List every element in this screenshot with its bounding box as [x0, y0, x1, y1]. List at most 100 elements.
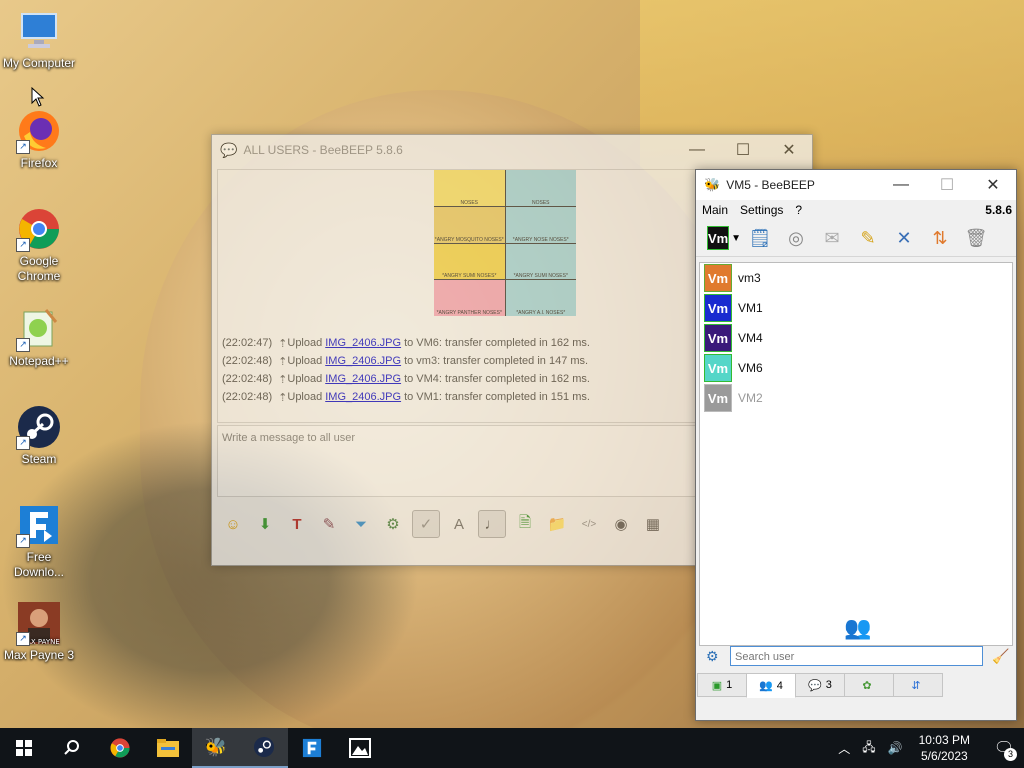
word-complete-icon[interactable]: A [446, 511, 472, 537]
user-row-vm1[interactable]: Vm VM1 [700, 293, 1012, 323]
tab-count: 3 [825, 679, 832, 691]
windows-logo-icon [16, 740, 32, 756]
user-avatar: Vm [704, 354, 732, 382]
trash-icon[interactable]: 🗑 [960, 224, 992, 252]
chat-history[interactable]: NOSES NOSES *ANGRY MOSQUITO NOSES* *ANGR… [217, 169, 704, 423]
start-button[interactable] [0, 728, 48, 768]
user-row-vm6[interactable]: Vm VM6 [700, 353, 1012, 383]
maximize-button[interactable]: ☐ [924, 170, 970, 200]
edit-profile-icon[interactable]: 🗒 [744, 224, 776, 252]
maximize-button[interactable]: ☐ [720, 135, 766, 165]
user-row-vm3[interactable]: Vm vm3 [700, 263, 1012, 293]
menu-settings[interactable]: Settings [740, 203, 783, 217]
taskbar-free-download-manager[interactable] [288, 728, 336, 768]
message-placeholder: Write a message to all user [222, 432, 356, 444]
notifications-button[interactable]: 🗨 3 [984, 728, 1024, 768]
desktop-icon-free-download-manager[interactable]: ↗ Free Downlo... [0, 502, 78, 580]
chat-bubbles-icon: 💬 [220, 141, 238, 158]
broadcast-icon[interactable]: ◎ [780, 224, 812, 252]
network-icon[interactable]: 🖧 [862, 738, 875, 759]
tab-groups[interactable]: ✿ [844, 673, 894, 697]
file-link[interactable]: IMG_2406.JPG [325, 337, 401, 349]
file-link[interactable]: IMG_2406.JPG [325, 373, 401, 385]
vm-avatar-icon: Vm [706, 226, 730, 250]
close-button[interactable]: ✕ [766, 135, 812, 165]
tab-users[interactable]: 👥 4 [746, 673, 796, 698]
notepadpp-icon: ↗ [16, 306, 62, 352]
tab-network[interactable]: ⇵ [893, 673, 943, 697]
desktop-icon-max-payne-3[interactable]: MAX PAYNE ↗ Max Payne 3 [0, 600, 78, 663]
send-icon[interactable]: ⬇ [252, 511, 278, 537]
clear-search-icon[interactable]: 🧹 [992, 648, 1009, 665]
screenshot-icon[interactable]: ◉ [608, 511, 634, 537]
emoticon-icon[interactable]: ☺ [220, 511, 246, 537]
write-note-icon[interactable]: ✎ [852, 224, 884, 252]
log-action: Upload [287, 373, 323, 385]
desktop-icon-label: Firefox [20, 156, 58, 170]
file-link[interactable]: IMG_2406.JPG [325, 355, 401, 367]
desktop-icon-my-computer[interactable]: My Computer [0, 8, 78, 71]
close-button[interactable]: ✕ [970, 170, 1016, 200]
search-user-input[interactable]: Search user [730, 646, 983, 666]
user-status-button[interactable]: Vm ▼ [706, 224, 741, 252]
send-folder-icon[interactable]: 📁 [544, 511, 570, 537]
gear-icon[interactable]: ⚙ [706, 648, 719, 665]
file-link[interactable]: IMG_2406.JPG [325, 391, 401, 403]
chat-bubbles-icon: 💬 [808, 679, 822, 692]
version-label: 5.8.6 [985, 203, 1012, 217]
bottom-tabs: ▣ 1 👥 4 💬 3 ✿ ⇵ [697, 673, 943, 698]
log-action: Upload [287, 355, 323, 367]
tab-chats[interactable]: 💬 3 [795, 673, 845, 697]
user-name: VM2 [738, 391, 763, 405]
firefox-icon: ↗ [16, 108, 62, 154]
settings-gears-icon[interactable]: ⚙ [380, 511, 406, 537]
vm5-titlebar[interactable]: 🐝 VM5 - BeeBEEP — ☐ ✕ [696, 170, 1016, 200]
filter-icon[interactable]: ⏷ [348, 511, 374, 537]
beebeep-main-window[interactable]: 🐝 VM5 - BeeBEEP — ☐ ✕ Main Settings ? 5.… [695, 169, 1017, 721]
chevron-up-icon[interactable]: ︿ [838, 740, 850, 757]
tab-chat[interactable]: ▣ 1 [697, 673, 747, 697]
taskbar-photos[interactable] [336, 728, 384, 768]
transfer-log: (22:02:47) ⇡ Upload IMG_2406.JPG to VM6:… [222, 334, 590, 406]
color-pen-icon[interactable]: ✎ [316, 511, 342, 537]
notification-count: 3 [1004, 748, 1017, 761]
user-list[interactable]: Vm vm3 Vm VM1 Vm VM4 Vm VM6 Vm VM2 👥 [699, 262, 1013, 646]
inbox-icon[interactable]: ✉ [816, 224, 848, 252]
spellcheck-icon[interactable]: ✓ [412, 510, 440, 538]
desktop-icon-chrome[interactable]: ↗ Google Chrome [0, 206, 78, 284]
user-name: vm3 [738, 271, 761, 285]
clock[interactable]: 10:03 PM 5/6/2023 [919, 732, 970, 764]
all-users-title: ALL USERS - BeeBEEP 5.8.6 [243, 143, 403, 157]
user-row-vm4[interactable]: Vm VM4 [700, 323, 1012, 353]
taskbar-steam[interactable] [240, 728, 288, 768]
calendar-icon[interactable]: ▦ [640, 511, 666, 537]
chrome-icon: ↗ [16, 206, 62, 252]
desktop-icon-firefox[interactable]: ↗ Firefox [0, 108, 78, 171]
taskbar-chrome[interactable] [96, 728, 144, 768]
meme-panel: *ANGRY PANTHER NOSES* [434, 280, 505, 316]
desktop-icon-steam[interactable]: ↗ Steam [0, 404, 78, 467]
shared-image-thumbnail[interactable]: NOSES NOSES *ANGRY MOSQUITO NOSES* *ANGR… [434, 170, 576, 316]
send-file-icon[interactable]: 🗎 [512, 511, 538, 537]
minimize-button[interactable]: — [674, 135, 720, 165]
html-code-icon[interactable]: </> [576, 511, 602, 537]
log-row: (22:02:48) ⇡ Upload IMG_2406.JPG to VM4:… [222, 370, 590, 388]
log-row: (22:02:48) ⇡ Upload IMG_2406.JPG to VM1:… [222, 388, 590, 406]
taskbar-file-explorer[interactable] [144, 728, 192, 768]
network-tools-icon[interactable]: ✕ [888, 224, 920, 252]
all-users-titlebar[interactable]: 💬 ALL USERS - BeeBEEP 5.8.6 — ☐ ✕ [212, 135, 812, 165]
font-icon[interactable]: T [284, 511, 310, 537]
message-input[interactable]: Write a message to all user [217, 425, 702, 497]
desktop-icon-notepadpp[interactable]: ↗ Notepad++ [0, 306, 78, 369]
volume-icon[interactable]: 🔊 [888, 741, 903, 755]
minimize-button[interactable]: — [878, 170, 924, 200]
file-transfer-icon[interactable]: ⇅ [924, 224, 956, 252]
menu-help[interactable]: ? [795, 203, 802, 217]
user-row-vm2[interactable]: Vm VM2 [700, 383, 1012, 413]
meme-panel: *ANGRY A.I. NOSES* [505, 280, 576, 316]
menu-main[interactable]: Main [702, 203, 728, 217]
music-note-icon[interactable]: ♩ [478, 510, 506, 538]
taskbar-beebeep[interactable]: 🐝 [192, 728, 240, 768]
search-button[interactable] [48, 728, 96, 768]
clock-date: 5/6/2023 [920, 749, 968, 763]
